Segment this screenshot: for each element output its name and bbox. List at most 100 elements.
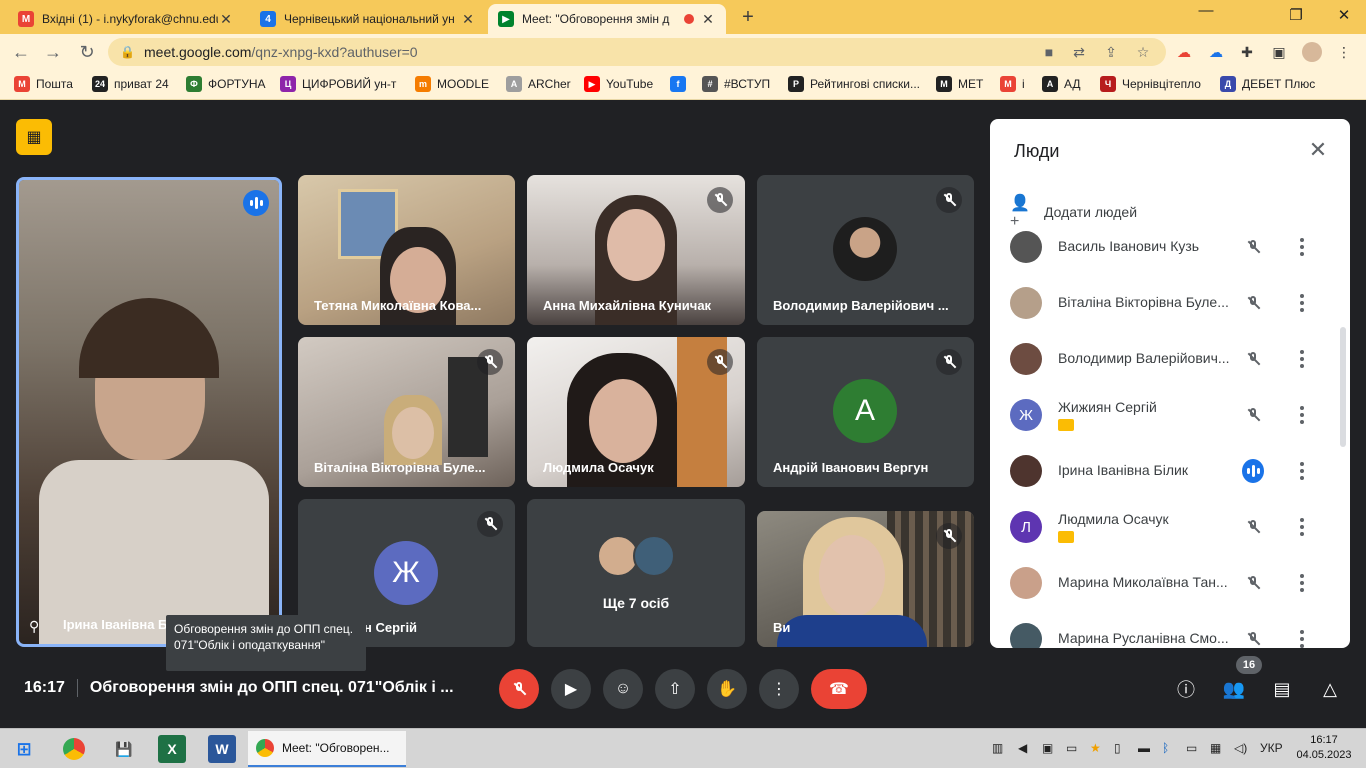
camera-toggle-button[interactable]: ▶ [551,669,591,709]
extensions-puzzle-icon[interactable]: ✚ [1237,42,1257,62]
bookmark-item[interactable]: Ф ФОРТУНА [186,76,266,92]
muted-mic-icon[interactable] [1242,628,1264,648]
address-bar[interactable]: 🔒 meet.google.com/qnz-xnpg-kxd?authuser=… [108,38,1166,66]
participant-more-options-icon[interactable] [1292,459,1312,483]
raise-hand-button[interactable]: ✋ [707,669,747,709]
bookmark-item[interactable]: Д ДЕБЕТ Плюс [1220,76,1315,92]
activities-button[interactable]: △ [1316,675,1344,703]
bookmark-item[interactable]: M Пошта [14,76,73,92]
tab-gmail[interactable]: M Вхідні (1) - i.nykyforak@chnu.edu ✕ [8,4,244,34]
bookmark-item[interactable]: Р Рейтингові списки... [788,76,920,92]
tray-app-icon[interactable]: ▥ [992,741,1003,755]
taskbar-active-window[interactable]: Meet: "Обговорен... [248,731,406,767]
muted-mic-icon[interactable] [1242,572,1264,594]
tab-meet[interactable]: ▶ Meet: "Обговорення змін д ✕ [488,4,726,34]
participant-row[interactable]: Віталіна Вікторівна Буле... [990,275,1350,331]
excel-icon[interactable]: X [158,735,186,763]
self-view-tile[interactable]: Ви [757,511,974,647]
participant-row[interactable]: Марина Миколаївна Тан... [990,555,1350,611]
bookmark-item[interactable]: ▶ YouTube [584,76,653,92]
bookmark-item[interactable]: Ц ЦИФРОВИЙ ун-т [280,76,396,92]
muted-mic-icon[interactable] [1242,292,1264,314]
restore-button[interactable]: ❐ [1286,6,1306,24]
more-participants-tile[interactable]: Ще 7 осіб [527,499,745,647]
side-panel-icon[interactable]: ▣ [1269,42,1289,62]
participant-more-options-icon[interactable] [1292,347,1312,371]
muted-mic-icon[interactable] [1242,236,1264,258]
display-icon[interactable]: ▣ [1042,741,1053,755]
tab-close-icon[interactable]: ✕ [218,11,234,28]
menu-kebab-icon[interactable]: ⋮ [1334,42,1354,62]
participant-tile[interactable]: Людмила Осачук [527,337,745,487]
bookmark-item[interactable]: # #ВСТУП [702,76,770,92]
word-icon[interactable]: W [208,735,236,763]
participant-row[interactable]: Марина Русланівна Смо... [990,611,1350,648]
presentation-off-icon[interactable]: ▦ [16,119,52,155]
present-screen-button[interactable]: ⇧ [655,669,695,709]
battery-icon[interactable]: ▭ [1186,741,1197,755]
volume-icon[interactable]: ◀ [1018,741,1027,755]
star-tray-icon[interactable]: ★ [1090,741,1101,755]
minimize-button[interactable]: — [1196,2,1216,19]
participant-tile[interactable]: Тетяна Миколаївна Кова... [298,175,515,325]
meeting-details-button[interactable]: ⓘ [1172,675,1200,703]
muted-mic-icon[interactable] [1242,516,1264,538]
participant-more-options-icon[interactable] [1292,627,1312,648]
bookmark-item[interactable]: 24 приват 24 [92,76,169,92]
participant-more-options-icon[interactable] [1292,291,1312,315]
close-panel-button[interactable]: ✕ [1304,137,1332,163]
new-tab-button[interactable]: + [738,6,758,29]
participant-more-options-icon[interactable] [1292,515,1312,539]
forward-button[interactable]: → [42,41,64,63]
taskbar-clock[interactable]: 16:17 04.05.2023 [1294,733,1354,763]
back-button[interactable]: ← [10,41,32,63]
people-button[interactable]: 👥 [1220,675,1248,703]
mic-toggle-button[interactable] [499,669,539,709]
profile-avatar[interactable] [1302,42,1322,62]
floppy-save-icon[interactable]: 💾 [110,735,138,763]
participant-more-options-icon[interactable] [1292,403,1312,427]
participant-row[interactable]: Л Людмила Осачук [990,499,1350,555]
muted-mic-icon[interactable] [1242,404,1264,426]
chat-button[interactable]: ▤ [1268,675,1296,703]
weather-extension-icon[interactable]: ☁ [1174,42,1194,62]
reload-button[interactable]: ↻ [76,41,98,63]
windows-start-icon[interactable]: ⊞ [10,735,38,763]
more-options-button[interactable]: ⋮ [759,669,799,709]
speaker-icon[interactable]: ◁) [1234,741,1247,755]
bluetooth-icon[interactable]: ᛒ [1162,741,1169,755]
speaking-indicator-icon[interactable] [1242,459,1264,483]
usb-icon[interactable]: ▯ [1114,741,1121,755]
network-icon[interactable]: ▦ [1210,741,1221,755]
bookmark-item[interactable]: f [670,76,692,92]
monitor-icon[interactable]: ▭ [1066,741,1077,755]
tab-close-icon[interactable]: ✕ [460,11,476,28]
bookmark-item[interactable]: А АД [1042,76,1081,92]
bookmark-item[interactable]: m MOODLE [415,76,489,92]
tab-university[interactable]: 4 Чернівецький національний ун ✕ [250,4,486,34]
reactions-button[interactable]: ☺ [603,669,643,709]
bookmark-item[interactable]: М МЕТ [936,76,983,92]
bookmark-item[interactable]: Mі [1000,76,1025,92]
pin-icon[interactable]: ⚲ [29,618,43,634]
bookmark-star-icon[interactable]: ☆ [1134,43,1152,61]
language-indicator[interactable]: УКР [1260,741,1283,755]
bookmark-item[interactable]: A ARCher [506,76,571,92]
cloud-extension-icon[interactable]: ☁ [1206,42,1226,62]
translate-icon[interactable]: ⇄ [1070,43,1088,61]
participant-row[interactable]: Ірина Іванівна Білик [990,443,1350,499]
participant-row[interactable]: Володимир Валерійович... [990,331,1350,387]
panel-scrollbar[interactable] [1340,327,1346,447]
share-icon[interactable]: ⇪ [1102,43,1120,61]
bookmark-item[interactable]: Ч Чернівцітепло [1100,76,1201,92]
participant-tile[interactable]: Анна Михайлівна Куничак [527,175,745,325]
participant-tile[interactable]: Віталіна Вікторівна Буле... [298,337,515,487]
participant-more-options-icon[interactable] [1292,235,1312,259]
camera-icon[interactable]: ■ [1040,43,1058,61]
main-speaker-tile[interactable]: ⚲ Ірина Іванівна Б [16,177,282,647]
participant-row[interactable]: Ж Жижиян Сергій [990,387,1350,443]
storage-icon[interactable]: ▬ [1138,741,1150,755]
leave-call-button[interactable]: ☎ [811,669,867,709]
close-window-button[interactable]: ✕ [1334,6,1354,24]
participant-row[interactable]: Василь Іванович Кузь [990,219,1350,275]
